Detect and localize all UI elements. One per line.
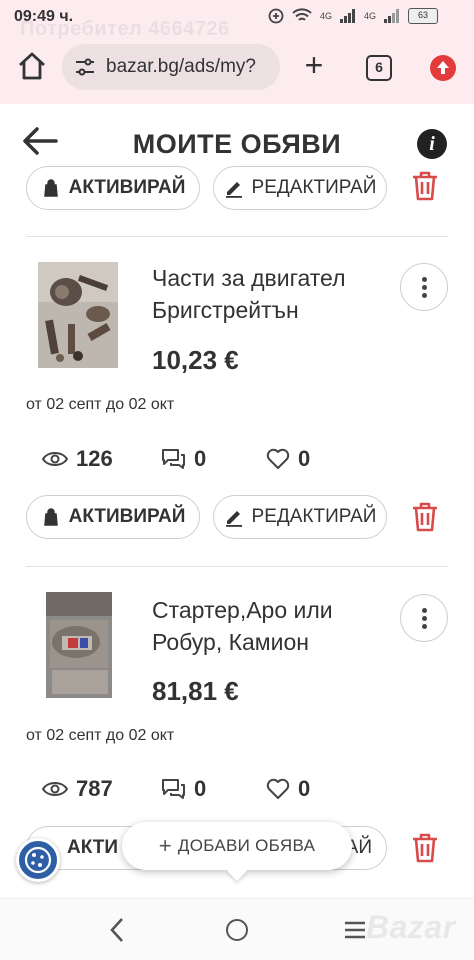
signal-bars-icon <box>339 9 355 23</box>
chat-icon <box>162 779 185 799</box>
more-dot-icon <box>422 624 427 629</box>
sync-icon <box>268 8 284 24</box>
activate-button[interactable]: АКТИВИРАЙ <box>26 495 200 539</box>
bazar-logo: Bazar <box>366 909 456 945</box>
edit-button[interactable]: РЕДАКТИРАЙ <box>213 166 387 210</box>
activate-label-partial: АКТИ <box>67 837 119 858</box>
page-title: МОИТЕ ОБЯВИ <box>132 129 342 159</box>
more-dot-icon <box>422 277 427 282</box>
nav-back-icon[interactable] <box>108 917 126 943</box>
edit-label: РЕДАКТИРАЙ <box>251 177 377 198</box>
messages-stat: 0 <box>160 446 206 472</box>
more-dot-icon <box>422 293 427 298</box>
cookie-icon <box>24 846 52 874</box>
messages-count: 0 <box>194 776 207 801</box>
divider <box>26 566 448 567</box>
likes-stat: 0 <box>266 446 310 472</box>
views-count: 787 <box>76 776 113 801</box>
plus-icon: + <box>158 833 172 858</box>
divider <box>26 236 448 237</box>
nav-recents-icon[interactable] <box>344 921 366 939</box>
more-options-button[interactable] <box>400 594 448 642</box>
browser-chrome: 09:49 ч. Потребител 4664726 4G 4G 63 baz… <box>0 0 474 104</box>
likes-count: 0 <box>298 446 311 471</box>
add-listing-label: ДОБАВИ ОБЯВА <box>177 836 316 855</box>
cookie-settings-button[interactable] <box>16 838 60 882</box>
listing-price: 81,81 € <box>152 676 239 706</box>
address-bar-row: bazar.bg/ads/my? + 6 <box>0 40 474 96</box>
add-listing-button[interactable]: + ДОБАВИ ОБЯВА <box>122 822 352 881</box>
info-icon[interactable]: i <box>417 129 447 159</box>
pencil-icon <box>225 182 242 198</box>
username-watermark: Потребител 4664726 <box>20 18 230 40</box>
tooltip-pointer <box>227 861 247 881</box>
url-field[interactable]: bazar.bg/ads/my? <box>62 44 280 90</box>
trash-icon[interactable] <box>410 501 440 533</box>
views-stat: 126 <box>42 446 113 472</box>
messages-stat: 0 <box>160 776 206 802</box>
listing-thumbnail[interactable] <box>46 592 112 698</box>
status-icons: 4G 4G 63 <box>268 8 438 24</box>
new-tab-button[interactable]: + <box>300 49 328 81</box>
trash-icon[interactable] <box>410 170 440 202</box>
more-dot-icon <box>422 608 427 613</box>
nav-home-icon[interactable] <box>226 919 248 941</box>
listing-dates: от 02 септ до 02 окт <box>26 727 175 744</box>
site-settings-icon[interactable] <box>74 56 96 78</box>
battery-icon: 63 <box>408 8 438 24</box>
tab-switcher-button[interactable]: 6 <box>366 55 392 81</box>
listing-dates: от 02 септ до 02 окт <box>26 396 175 413</box>
more-options-button[interactable] <box>400 263 448 311</box>
heart-icon <box>266 778 290 799</box>
activate-label: АКТИВИРАЙ <box>68 506 186 527</box>
home-icon[interactable] <box>16 50 48 82</box>
signal-icon-2: 4G <box>363 11 376 21</box>
bag-icon <box>43 508 58 526</box>
likes-stat: 0 <box>266 776 310 802</box>
eye-icon <box>42 782 68 796</box>
trash-icon[interactable] <box>410 832 440 864</box>
url-text[interactable]: bazar.bg/ads/my? <box>106 56 276 78</box>
more-dot-icon <box>422 616 427 621</box>
edit-label: РЕДАКТИРАЙ <box>251 506 377 527</box>
chat-icon <box>162 449 185 469</box>
listing-title[interactable]: Части за двигател Бригстрейтън <box>152 262 392 326</box>
update-icon[interactable] <box>430 55 456 81</box>
more-dot-icon <box>422 285 427 290</box>
listing-price: 10,23 € <box>152 345 239 375</box>
status-bar: 09:49 ч. Потребител 4664726 4G 4G 63 <box>0 0 474 40</box>
activate-button[interactable]: АКТИВИРАЙ <box>26 166 200 210</box>
activate-label: АКТИВИРАЙ <box>68 177 186 198</box>
edit-button[interactable]: РЕДАКТИРАЙ <box>213 495 387 539</box>
views-count: 126 <box>76 446 113 471</box>
views-stat: 787 <box>42 776 113 802</box>
bag-icon <box>43 179 58 197</box>
pencil-icon <box>225 511 242 527</box>
likes-count: 0 <box>298 776 311 801</box>
listing-thumbnail[interactable] <box>38 262 118 368</box>
listing-title[interactable]: Стартер,Аро или Робур, Камион <box>152 594 392 658</box>
messages-count: 0 <box>194 446 207 471</box>
heart-icon <box>266 448 290 469</box>
signal-bars-icon-2 <box>384 9 399 23</box>
signal-icon: 4G <box>319 11 332 21</box>
wifi-icon <box>292 8 312 21</box>
eye-icon <box>42 452 68 466</box>
system-navigation-bar: Bazar <box>0 898 474 960</box>
